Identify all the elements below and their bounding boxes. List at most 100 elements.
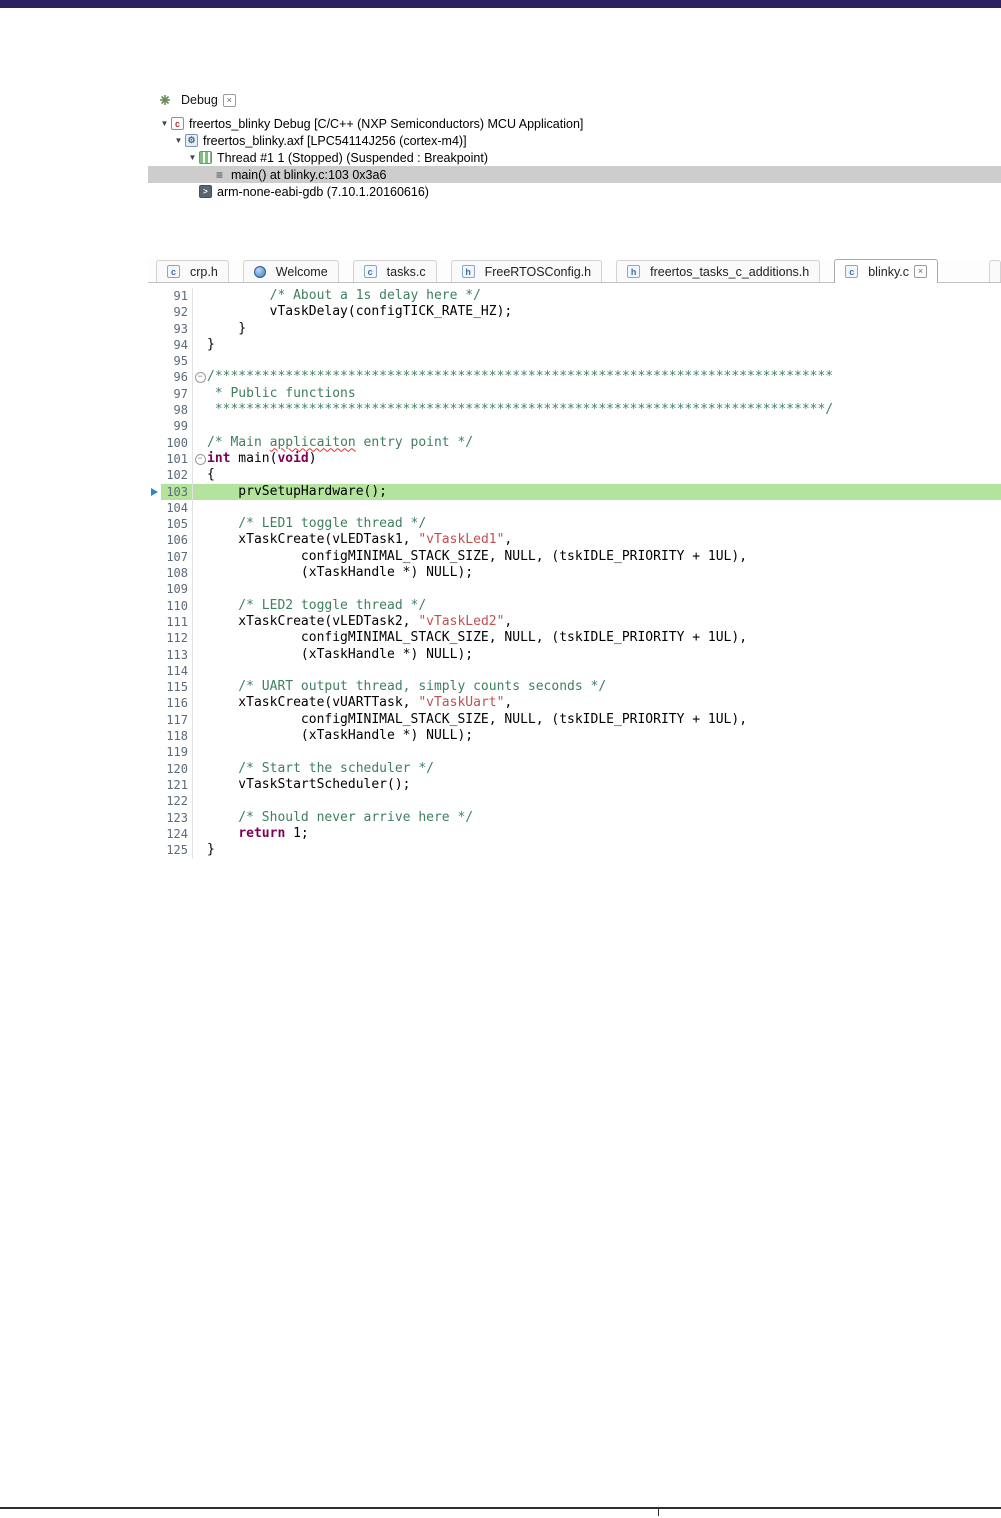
annotation-ruler[interactable] — [148, 630, 161, 646]
editor-tab[interactable]: h FreeRTOSConfig.h — [450, 260, 603, 282]
debug-tree-row[interactable]: ≡ main() at blinky.c:103 0x3a6 — [148, 166, 1001, 183]
code-line[interactable]: 119 — [148, 744, 1001, 761]
code-line[interactable]: 114 — [148, 662, 1001, 680]
annotation-ruler[interactable] — [148, 647, 161, 663]
code-line[interactable]: 122 — [148, 793, 1001, 810]
annotation-ruler[interactable] — [148, 712, 161, 728]
globe-icon — [253, 265, 266, 278]
code-line[interactable]: 93 } — [148, 320, 1001, 337]
disclosure-triangle-icon[interactable]: ▼ — [158, 119, 171, 128]
code-line[interactable]: 115 /* UART output thread, simply counts… — [148, 679, 1001, 696]
code-line[interactable]: 123 /* Should never arrive here */ — [148, 809, 1001, 826]
code-line[interactable]: 94} — [148, 336, 1001, 354]
code-line[interactable]: 107 configMINIMAL_STACK_SIZE, NULL, (tsk… — [148, 548, 1001, 566]
annotation-ruler[interactable] — [148, 386, 161, 402]
annotation-ruler[interactable] — [148, 728, 161, 744]
c-file-icon: c — [363, 265, 377, 278]
code-line[interactable]: 109 — [148, 581, 1001, 598]
debug-tree-row[interactable]: ▼ ⚙ freertos_blinky.axf [LPC54114J256 (cor… — [148, 132, 1001, 149]
code-segment-comment: /* About a 1s delay here */ — [207, 288, 481, 303]
code-line[interactable]: 101− int main(void) — [148, 450, 1001, 468]
annotation-ruler[interactable] — [148, 337, 161, 353]
debug-tree-row[interactable]: > arm-none-eabi-gdb (7.10.1.20160616) — [148, 183, 1001, 200]
folding-column — [193, 467, 207, 483]
annotation-ruler[interactable] — [148, 793, 161, 809]
code-line[interactable]: 111 xTaskCreate(vLEDTask2, "vTaskLed2", — [148, 613, 1001, 631]
editor-tab[interactable]: c blinky.c × — [834, 259, 938, 283]
annotation-ruler[interactable] — [148, 663, 161, 679]
code-line[interactable]: 95 — [148, 353, 1001, 370]
annotation-ruler[interactable] — [148, 369, 161, 385]
annotation-ruler[interactable] — [148, 761, 161, 777]
editor-tab-overflow-sliver[interactable] — [989, 260, 1001, 282]
disclosure-triangle-icon[interactable]: ▼ — [172, 136, 185, 145]
code-line[interactable]: 112 configMINIMAL_STACK_SIZE, NULL, (tsk… — [148, 630, 1001, 647]
code-line[interactable]: 125} — [148, 842, 1001, 859]
editor-tab[interactable]: h freertos_tasks_c_additions.h — [616, 260, 821, 282]
code-line[interactable]: 113 (xTaskHandle *) NULL); — [148, 646, 1001, 663]
editor-tab[interactable]: Welcome — [242, 260, 339, 282]
annotation-ruler[interactable] — [148, 321, 161, 337]
disclosure-triangle-icon[interactable]: ▼ — [186, 153, 199, 162]
code-line[interactable]: 117 configMINIMAL_STACK_SIZE, NULL, (tsk… — [148, 711, 1001, 729]
debug-tree-row[interactable]: ▼ c freertos_blinky Debug [C/C++ (NXP Semi… — [148, 115, 1001, 132]
debug-tree-row[interactable]: ▼ Thread #1 1 (Stopped) (Suspended : Brea… — [148, 149, 1001, 166]
annotation-ruler[interactable] — [148, 532, 161, 548]
fold-minus-icon[interactable]: − — [194, 372, 206, 384]
line-number: 105 — [161, 516, 193, 533]
annotation-ruler[interactable] — [148, 695, 161, 711]
code-line[interactable]: 121 vTaskStartScheduler(); — [148, 776, 1001, 794]
code-segment-comment: ****************************************… — [207, 402, 834, 418]
code-line[interactable]: 106 xTaskCreate(vLEDTask1, "vTaskLed1", — [148, 532, 1001, 549]
code-line[interactable]: 116 xTaskCreate(vUARTTask, "vTaskUart", — [148, 695, 1001, 712]
annotation-ruler[interactable] — [148, 549, 161, 565]
code-line[interactable]: 104 — [148, 499, 1001, 517]
code-line[interactable]: 120 /* Start the scheduler */ — [148, 760, 1001, 777]
editor-tab[interactable]: c crp.h — [156, 260, 229, 282]
annotation-ruler[interactable] — [148, 288, 161, 304]
code-line[interactable]: 105 /* LED1 toggle thread */ — [148, 516, 1001, 533]
annotation-ruler[interactable] — [148, 614, 161, 630]
code-segment-plain: } — [207, 842, 215, 858]
annotation-ruler[interactable] — [148, 304, 161, 320]
annotation-ruler[interactable] — [148, 598, 161, 614]
annotation-ruler[interactable] — [148, 581, 161, 597]
annotation-ruler[interactable] — [148, 516, 161, 532]
code-line[interactable]: 102 { — [148, 467, 1001, 484]
annotation-ruler[interactable] — [148, 810, 161, 826]
code-line[interactable]: 118 (xTaskHandle *) NULL); — [148, 728, 1001, 745]
annotation-ruler[interactable] — [148, 500, 161, 516]
code-line[interactable]: 96−/************************************… — [148, 369, 1001, 386]
close-icon[interactable]: × — [914, 265, 927, 278]
annotation-ruler[interactable] — [148, 484, 161, 500]
code-line[interactable]: 92 vTaskDelay(configTICK_RATE_HZ); — [148, 304, 1001, 321]
code-line[interactable]: 91 /* About a 1s delay here */ — [148, 288, 1001, 305]
annotation-ruler[interactable] — [148, 565, 161, 581]
code-line[interactable]: 100 /* Main applicaiton entry point */ — [148, 434, 1001, 451]
annotation-ruler[interactable] — [148, 451, 161, 467]
annotation-ruler[interactable] — [148, 435, 161, 451]
code-line[interactable]: 98 *************************************… — [148, 402, 1001, 419]
annotation-ruler[interactable] — [148, 679, 161, 695]
annotation-ruler[interactable] — [148, 744, 161, 760]
code-line[interactable]: 110 /* LED2 toggle thread */ — [148, 597, 1001, 614]
code-line[interactable]: 99 — [148, 418, 1001, 435]
annotation-ruler[interactable] — [148, 777, 161, 793]
editor-tab-label: FreeRTOSConfig.h — [484, 264, 592, 279]
annotation-ruler[interactable] — [148, 353, 161, 369]
code-line[interactable]: 97 * Public functions — [148, 385, 1001, 403]
code-line[interactable]: 108 (xTaskHandle *) NULL); — [148, 565, 1001, 582]
debug-view-tab[interactable]: Debug × — [158, 93, 236, 107]
fold-minus-icon[interactable]: − — [194, 453, 206, 465]
annotation-ruler[interactable] — [148, 826, 161, 842]
annotation-ruler[interactable] — [148, 402, 161, 418]
line-number: 99 — [161, 418, 193, 435]
code-line[interactable]: 124 return 1; — [148, 825, 1001, 843]
annotation-ruler[interactable] — [148, 418, 161, 434]
close-icon[interactable]: × — [222, 93, 236, 107]
code-line[interactable]: 103 prvSetupHardware(); — [148, 483, 1001, 500]
annotation-ruler[interactable] — [148, 467, 161, 483]
annotation-ruler[interactable] — [148, 842, 161, 858]
editor-tab[interactable]: c tasks.c — [352, 260, 437, 282]
